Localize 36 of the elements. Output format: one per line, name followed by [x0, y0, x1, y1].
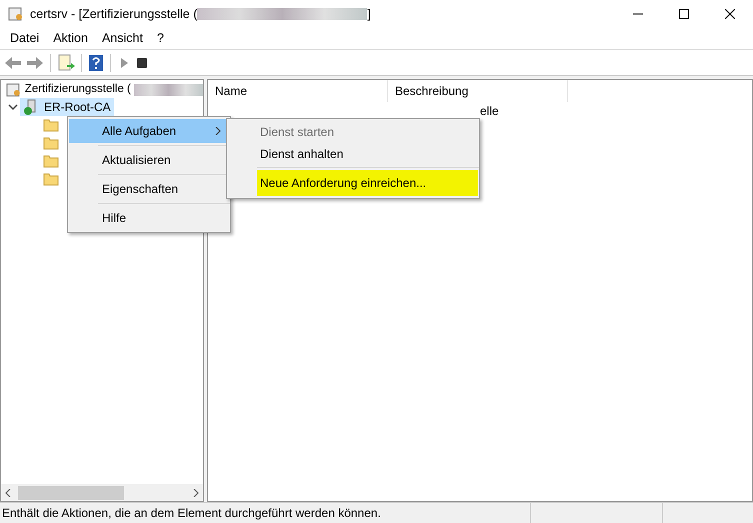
window-title-end: ] [367, 6, 371, 23]
chevron-icon[interactable] [8, 102, 18, 112]
horizontal-scrollbar[interactable] [1, 484, 203, 501]
column-header[interactable]: Beschreibung [388, 80, 568, 102]
folder-icon [43, 154, 59, 168]
maximize-icon [679, 9, 689, 19]
window-title: certsrv - [Zertifizierungsstelle ( [30, 6, 198, 23]
back-arrow-icon[interactable] [4, 56, 22, 70]
folder-icon [43, 118, 59, 132]
menu-item[interactable]: Ansicht [94, 29, 150, 48]
menu-item[interactable]: ? [150, 29, 171, 48]
menu-item[interactable]: Dienst anhalten [257, 143, 478, 165]
export-list-icon[interactable] [57, 54, 75, 72]
chevron-left-icon[interactable] [4, 488, 12, 496]
column-header[interactable]: Name [208, 80, 388, 102]
tree-item[interactable]: ER-Root-CA [20, 98, 114, 116]
folder-icon [43, 172, 59, 186]
close-icon [725, 9, 735, 19]
menu-item[interactable]: Neue Anforderung einreichen... [257, 170, 478, 196]
forward-arrow-icon[interactable] [26, 56, 44, 70]
certificate-icon [8, 6, 24, 22]
chevron-right-icon[interactable] [192, 488, 200, 496]
stop-icon[interactable] [135, 56, 149, 70]
menu-item[interactable]: Aktualisieren [69, 148, 229, 172]
menu-item[interactable]: Alle Aufgaben [69, 119, 229, 143]
menu-item[interactable]: Aktion [46, 29, 95, 48]
tree-item[interactable]: Zertifizierungsstelle ( [24, 82, 131, 98]
menu-item[interactable]: Hilfe [69, 206, 229, 230]
menu-item[interactable]: Eigenschaften [69, 177, 229, 201]
blurred-text [134, 84, 203, 96]
folder-icon [43, 136, 59, 150]
certificate-icon [6, 82, 22, 98]
status-text: Enthält die Aktionen, die an dem Element durchgeführt werden können. [1, 505, 382, 522]
table-cell-text: elle [480, 103, 499, 120]
menu-item[interactable]: Datei [3, 29, 46, 48]
help-icon[interactable] [88, 54, 104, 72]
